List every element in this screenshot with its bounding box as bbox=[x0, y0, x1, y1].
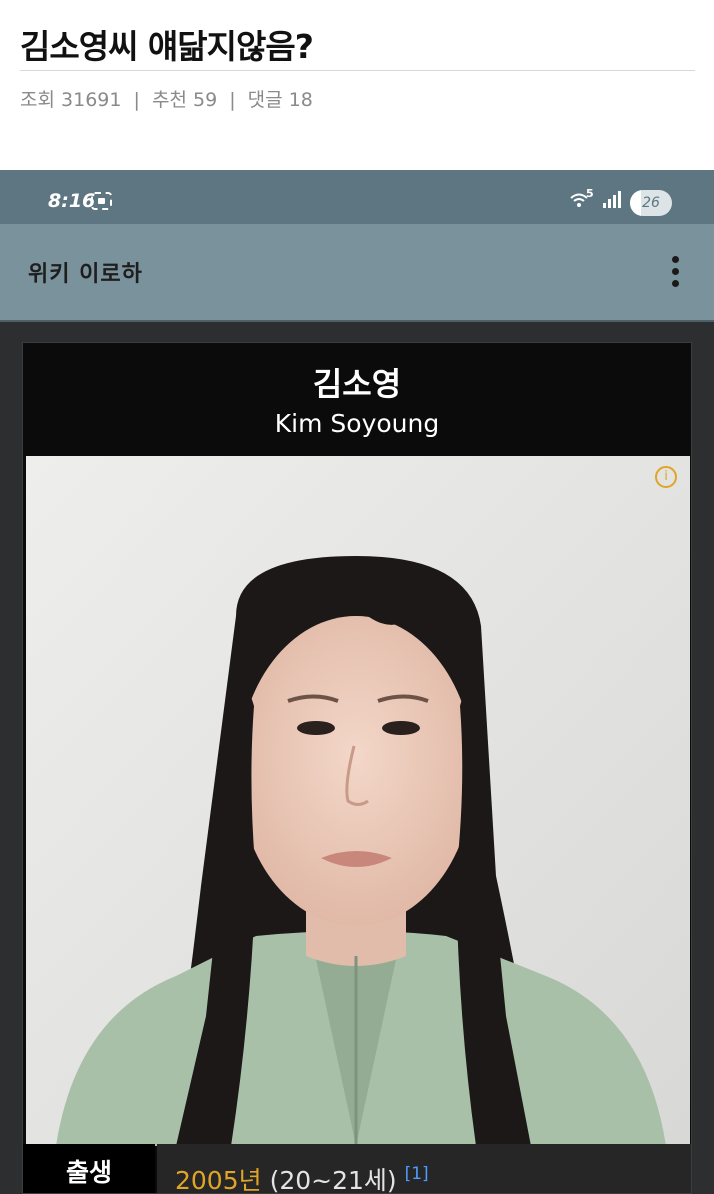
row-label: 출생 bbox=[23, 1144, 155, 1193]
infobox-name: 김소영 bbox=[312, 365, 402, 403]
infobox-row-birth: 출생 2005년 (20~21세) [1] bbox=[23, 1144, 691, 1194]
meta-separator: | bbox=[229, 89, 236, 111]
recommend-label: 추천 bbox=[151, 89, 187, 111]
age-text: (20~21세) bbox=[261, 1166, 397, 1194]
birth-year-link[interactable]: 2005년 bbox=[175, 1166, 262, 1193]
info-icon[interactable]: i bbox=[655, 466, 677, 488]
meta-separator: | bbox=[133, 89, 140, 111]
footnote-link[interactable]: [1] bbox=[405, 1164, 429, 1184]
views-count: 31691 bbox=[61, 89, 122, 111]
signal-icon bbox=[603, 191, 621, 208]
profile-photo: i bbox=[26, 456, 690, 1146]
wifi-band-label: 5 bbox=[586, 187, 594, 200]
app-bar: 위키 이로하 bbox=[0, 224, 714, 322]
embedded-phone-screenshot: 8:16 5 26 위키 이로하 김소영 Kim Soyoung i 출생 20… bbox=[0, 170, 714, 1194]
status-time: 8:16 bbox=[48, 190, 96, 212]
infobox-name-en: Kim Soyoung bbox=[274, 409, 440, 438]
recommend-count: 59 bbox=[192, 89, 218, 111]
app-title: 위키 이로하 bbox=[28, 262, 143, 287]
wiki-infobox: 김소영 Kim Soyoung i 출생 2005년 (20~21세) [1] bbox=[22, 342, 692, 1194]
status-bar: 8:16 5 26 bbox=[0, 170, 714, 224]
title-divider bbox=[20, 70, 695, 71]
comments-label: 댓글 bbox=[247, 89, 283, 111]
battery-percent: 26 bbox=[642, 195, 660, 211]
post-title: 김소영씨 얘닮지않음? bbox=[20, 27, 314, 66]
screen-record-icon bbox=[91, 192, 112, 210]
comments-count: 18 bbox=[288, 89, 313, 111]
battery-icon: 26 bbox=[630, 190, 672, 216]
kebab-menu-icon[interactable] bbox=[664, 254, 688, 290]
post-meta: 조회 31691 | 추천 59 | 댓글 18 bbox=[20, 85, 313, 112]
portrait-illustration bbox=[26, 456, 690, 1146]
views-label: 조회 bbox=[20, 89, 55, 111]
row-value: 2005년 (20~21세) [1] bbox=[157, 1144, 691, 1194]
